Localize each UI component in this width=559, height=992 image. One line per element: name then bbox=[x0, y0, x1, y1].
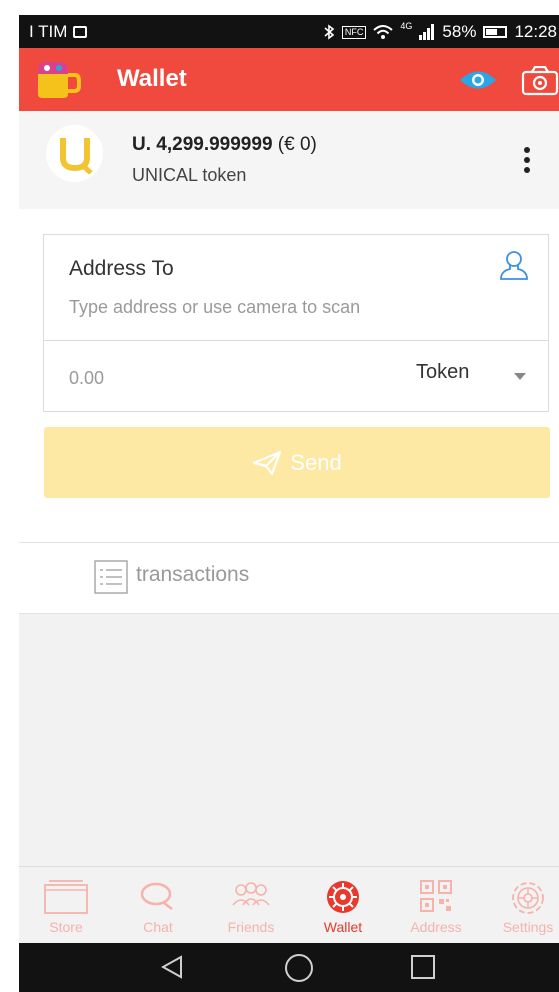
system-nav-bar bbox=[19, 943, 559, 992]
chevron-down-icon[interactable] bbox=[514, 373, 526, 380]
amount-field[interactable]: 0.00 Token bbox=[43, 340, 549, 412]
nav-item-chat[interactable]: Chat bbox=[113, 867, 203, 944]
address-input[interactable]: Type address or use camera to scan bbox=[69, 297, 360, 318]
nav-item-address[interactable]: Address bbox=[391, 867, 481, 944]
nav-label-store: Store bbox=[49, 919, 83, 935]
app-title: Wallet bbox=[117, 65, 187, 92]
token-symbol: U. bbox=[132, 134, 151, 155]
wallet-icon bbox=[327, 881, 359, 913]
send-label: Send bbox=[290, 449, 342, 475]
bluetooth-icon bbox=[324, 24, 335, 40]
mug-logo-icon[interactable] bbox=[35, 60, 81, 100]
nav-item-store[interactable]: Store bbox=[21, 867, 111, 944]
transactions-bar[interactable]: transactions bbox=[19, 542, 559, 614]
battery-percent: 58% bbox=[442, 22, 477, 41]
recent-apps-icon[interactable] bbox=[411, 955, 435, 979]
back-icon[interactable] bbox=[161, 955, 183, 979]
gear-icon bbox=[512, 882, 544, 914]
unical-logo-icon bbox=[59, 137, 93, 174]
carrier-label: I TIM bbox=[29, 22, 68, 41]
token-select[interactable]: Token bbox=[416, 361, 469, 384]
camera-icon[interactable] bbox=[521, 66, 559, 96]
send-form: Address To Type address or use camera to… bbox=[19, 209, 559, 542]
nfc-icon: NFC bbox=[341, 25, 367, 39]
token-avatar bbox=[46, 125, 103, 182]
nav-label-chat: Chat bbox=[143, 919, 173, 935]
list-icon bbox=[94, 560, 128, 594]
phone-screen: I TIM NFC 4G 58% 12:28 Wallet U. 4,299.9… bbox=[19, 15, 559, 992]
status-bar: I TIM NFC 4G 58% 12:28 bbox=[19, 15, 559, 48]
clock: 12:28 bbox=[514, 22, 557, 41]
amount-input[interactable]: 0.00 bbox=[69, 368, 104, 389]
home-icon[interactable] bbox=[285, 954, 313, 982]
nav-item-settings[interactable]: Settings bbox=[483, 867, 559, 944]
wifi-icon bbox=[373, 25, 394, 39]
signal-icon bbox=[419, 24, 435, 40]
more-vert-icon[interactable] bbox=[524, 147, 532, 177]
transactions-label: transactions bbox=[136, 563, 250, 586]
nav-label-wallet: Wallet bbox=[323, 919, 363, 935]
nav-item-wallet[interactable]: Wallet bbox=[298, 867, 388, 944]
address-field[interactable]: Address To Type address or use camera to… bbox=[43, 234, 549, 341]
chat-icon bbox=[140, 882, 173, 910]
app-bar: Wallet bbox=[19, 48, 559, 111]
qr-code-icon bbox=[420, 880, 452, 912]
token-amount: 4,299.999999 bbox=[156, 134, 273, 155]
token-name: UNICAL token bbox=[132, 165, 247, 185]
nav-label-address: Address bbox=[410, 919, 462, 935]
store-icon bbox=[44, 880, 88, 914]
paper-plane-icon bbox=[253, 450, 282, 475]
battery-icon bbox=[483, 26, 508, 38]
network-type-label: 4G bbox=[400, 21, 413, 31]
token-fiat: (€ 0) bbox=[277, 134, 317, 155]
nav-label-settings: Settings bbox=[502, 919, 554, 935]
token-balance: U. 4,299.999999 (€ 0) bbox=[132, 134, 317, 156]
nav-label-friends: Friends bbox=[227, 919, 275, 935]
friends-icon bbox=[232, 882, 270, 906]
image-notification-icon bbox=[73, 26, 88, 38]
address-label: Address To bbox=[69, 257, 174, 280]
nav-item-friends[interactable]: Friends bbox=[206, 867, 296, 944]
token-card[interactable]: U. 4,299.999999 (€ 0) UNICAL token bbox=[19, 111, 559, 210]
bottom-nav: Store Chat Friends Wallet Address Settin… bbox=[19, 866, 559, 944]
send-button[interactable]: Send bbox=[44, 427, 550, 498]
eye-icon[interactable] bbox=[459, 69, 497, 91]
contact-icon[interactable] bbox=[499, 249, 529, 283]
